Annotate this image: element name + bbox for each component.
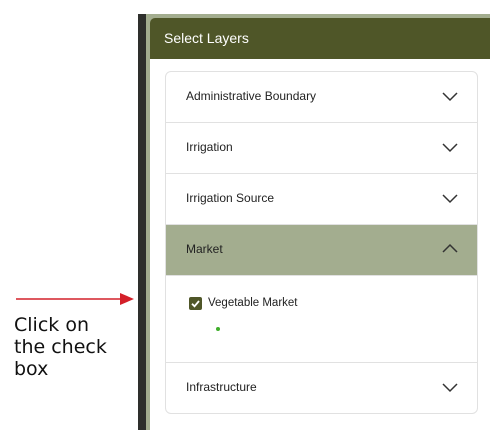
layer-label: Market: [186, 242, 223, 256]
vegetable-market-checkbox[interactable]: [189, 297, 202, 310]
chevron-down-icon[interactable]: [441, 191, 459, 205]
layer-row-irrigation-source[interactable]: Irrigation Source: [166, 174, 477, 225]
layer-accordion: Administrative Boundary Irrigation Irrig…: [165, 71, 478, 414]
layer-label: Irrigation: [186, 140, 233, 154]
chevron-down-icon[interactable]: [441, 89, 459, 103]
panel-body: Administrative Boundary Irrigation Irrig…: [150, 59, 490, 430]
annotation-instruction: Click on the check box: [14, 314, 107, 380]
layer-label: Irrigation Source: [186, 191, 275, 205]
vegetable-market-legend-dot: [216, 327, 220, 331]
chevron-down-icon[interactable]: [441, 380, 459, 394]
annotation-arrow: [16, 293, 134, 305]
checkmark-icon: [191, 300, 200, 308]
layer-row-infrastructure[interactable]: Infrastructure: [166, 363, 477, 413]
vegetable-market-label: Vegetable Market: [208, 297, 298, 309]
select-layers-panel: Select Layers Administrative Boundary Ir…: [146, 14, 490, 430]
chevron-up-icon[interactable]: [441, 242, 459, 256]
layer-label: Administrative Boundary: [186, 89, 317, 103]
panel-title: Select Layers: [164, 30, 249, 46]
market-layer-content: Vegetable Market: [166, 276, 477, 363]
layer-row-administrative-boundary[interactable]: Administrative Boundary: [166, 72, 477, 123]
layer-row-market[interactable]: Market: [166, 225, 477, 276]
panel-header: Select Layers: [150, 18, 490, 59]
layer-label: Infrastructure: [186, 380, 257, 394]
chevron-down-icon[interactable]: [441, 140, 459, 154]
layer-row-irrigation[interactable]: Irrigation: [166, 123, 477, 174]
panel-left-border: [138, 14, 146, 430]
